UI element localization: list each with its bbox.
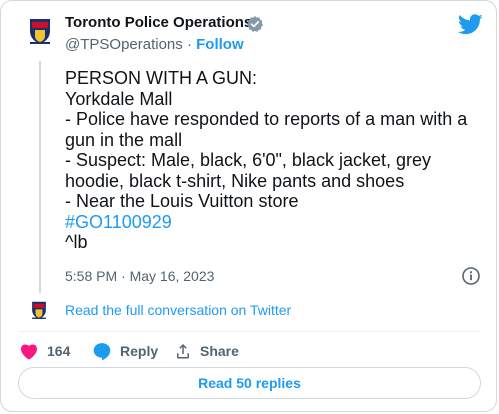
tweet-line: - Suspect: Male, black, 6'0", black jack…: [65, 150, 431, 170]
handle-row: @TPSOperations · Follow: [65, 36, 244, 53]
tweet-card: Toronto Police Operations @TPSOperations…: [0, 0, 497, 412]
share-label: Share: [200, 343, 239, 359]
reply-label: Reply: [120, 343, 159, 359]
share-icon: [177, 343, 189, 359]
divider: [18, 331, 481, 332]
tweet-text: PERSON WITH A GUN: Yorkdale Mall - Polic…: [65, 68, 480, 253]
like-count: 164: [47, 343, 71, 359]
like-button[interactable]: 164: [19, 341, 70, 361]
reply-button[interactable]: Reply: [92, 341, 158, 361]
tweet-line: gun in the mall: [65, 129, 183, 150]
read-conversation-link[interactable]: Read the full conversation on Twitter: [65, 302, 291, 318]
author-handle[interactable]: @TPSOperations: [65, 36, 183, 53]
hashtag-link[interactable]: #GO1100929: [65, 212, 480, 233]
tweet-signature: ^lb: [65, 232, 88, 252]
info-icon[interactable]: [461, 266, 481, 286]
police-logo-icon[interactable]: [24, 15, 56, 47]
tweet-line: PERSON WITH A GUN:: [65, 68, 258, 88]
author-name[interactable]: Toronto Police Operations: [65, 14, 252, 31]
tweet-line: hoodie, black t-shirt, Nike pants and sh…: [65, 170, 405, 191]
share-button[interactable]: Share: [174, 341, 239, 361]
thread-line: [39, 61, 41, 293]
tweet-timestamp[interactable]: 5:58 PM · May 16, 2023: [65, 268, 214, 284]
tweet-line: - Police have responded to reports of a …: [65, 109, 468, 129]
reply-bubble-icon: [93, 343, 111, 361]
twitter-bird-icon[interactable]: [457, 14, 483, 35]
tweet-line: - Near the Louis Vuitton store: [65, 191, 299, 211]
follow-button[interactable]: Follow: [196, 36, 244, 53]
police-logo-icon[interactable]: [28, 299, 50, 321]
heart-icon: [21, 344, 37, 360]
separator: ·: [186, 36, 192, 53]
tweet-line: Yorkdale Mall: [65, 88, 173, 109]
read-replies-button[interactable]: Read 50 replies: [18, 367, 481, 399]
verified-badge-icon: [246, 15, 264, 33]
